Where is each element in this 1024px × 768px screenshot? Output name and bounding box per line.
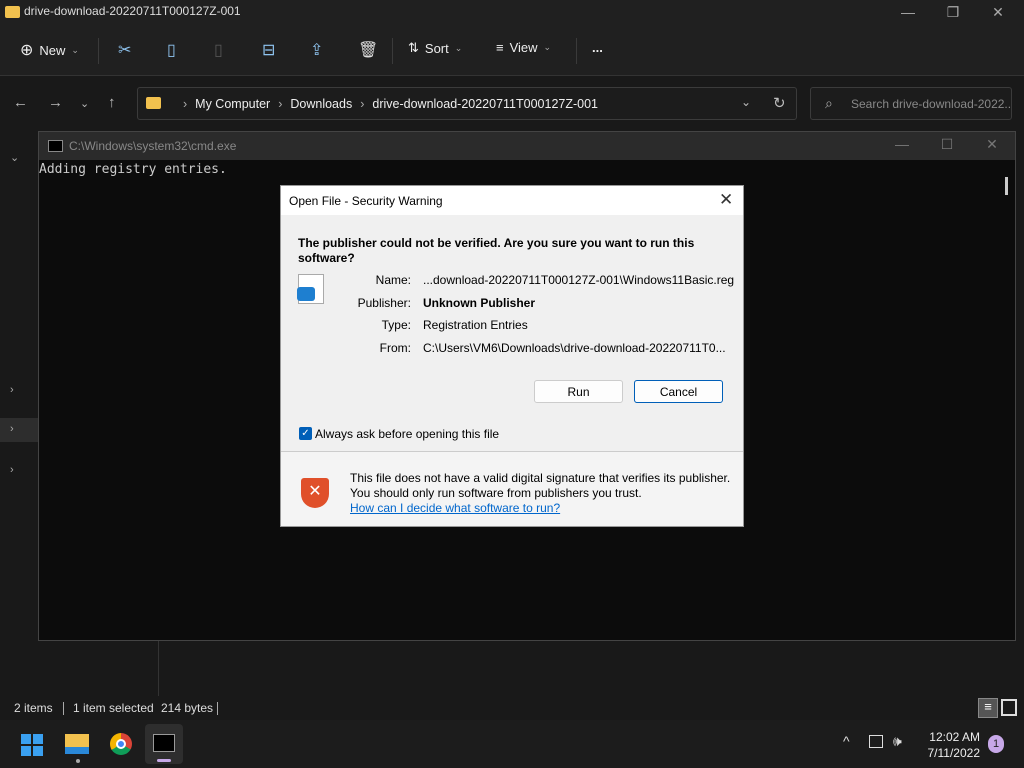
divider <box>576 38 577 64</box>
running-indicator <box>76 759 80 763</box>
show-hidden-icons-chevron-icon[interactable]: ^ <box>843 733 850 749</box>
divider <box>392 38 393 64</box>
start-button[interactable] <box>21 734 43 756</box>
recent-locations-button[interactable]: ⌄ <box>80 97 89 110</box>
more-options-button[interactable]: ... <box>592 40 603 55</box>
shield-warning-icon: ✕ <box>301 478 329 508</box>
new-button[interactable]: ⊕ New ⌄ <box>20 40 79 60</box>
item-count: 2 items <box>14 701 53 715</box>
close-button[interactable]: ✕ <box>719 190 733 210</box>
address-bar[interactable]: › My Computer › Downloads › drive-download-… <box>137 87 797 120</box>
cmd-title: C:\Windows\system32\cmd.exe <box>69 139 237 153</box>
dialog-title: Open File - Security Warning <box>289 194 443 208</box>
network-icon[interactable] <box>869 735 883 748</box>
cut-icon[interactable]: ✂ <box>118 40 131 60</box>
expand-chevron-icon[interactable]: › <box>10 384 14 396</box>
always-ask-checkbox[interactable]: ✓ <box>299 427 312 440</box>
view-icon: ≡ <box>496 40 504 55</box>
delete-icon[interactable]: 🗑 <box>358 40 378 60</box>
clock[interactable]: 12:02 AM 7/11/2022 <box>918 729 981 761</box>
refresh-icon[interactable]: ↻ <box>773 94 786 112</box>
always-ask-label[interactable]: Always ask before opening this file <box>315 427 499 441</box>
breadcrumb-item[interactable]: My Computer <box>195 97 270 111</box>
chevron-down-icon: ⌄ <box>454 42 463 53</box>
chevron-down-icon[interactable]: ⌄ <box>741 95 751 109</box>
view-button[interactable]: ≡ View ⌄ <box>496 40 551 55</box>
minimize-button[interactable]: — <box>887 136 917 152</box>
explorer-title-bar: drive-download-20220711T000127Z-001 — ❐ … <box>0 0 1024 26</box>
maximize-button[interactable]: ☐ <box>932 136 962 153</box>
sort-icon: ⇅ <box>408 40 419 55</box>
help-link[interactable]: How can I decide what software to run? <box>350 501 560 515</box>
minimize-button[interactable]: — <box>893 4 923 20</box>
rename-icon[interactable]: ⊟ <box>262 40 275 60</box>
up-button[interactable]: ↑ <box>108 94 116 111</box>
paste-icon[interactable]: ▯ <box>214 40 223 60</box>
breadcrumb-item[interactable]: Downloads <box>290 97 352 111</box>
taskbar: ^ 🕪 12:02 AM 7/11/2022 1 <box>0 720 1024 768</box>
cmd-title-bar[interactable]: C:\Windows\system32\cmd.exe — ☐ ✕ <box>39 132 1015 160</box>
share-icon[interactable]: ⇪ <box>310 40 323 60</box>
time: 12:02 AM <box>929 730 980 744</box>
sort-button[interactable]: ⇅ Sort ⌄ <box>408 40 462 56</box>
command-bar: ⊕ New ⌄ ✂ ▯ ▯ ⊟ ⇪ 🗑 ⇅ Sort ⌄ ≡ View ⌄ ... <box>0 26 1024 76</box>
warning-question: The publisher could not be verified. Are… <box>298 236 695 265</box>
tiles-view-button[interactable] <box>1001 699 1017 716</box>
publisher-label: Publisher: <box>357 296 411 310</box>
search-input[interactable]: ⌕ Search drive-download-2022... <box>810 87 1012 120</box>
warning-text: This file does not have a valid digital … <box>350 471 731 500</box>
back-button[interactable]: ← <box>13 94 28 111</box>
chevron-down-icon: ⌄ <box>543 42 552 52</box>
expand-chevron-icon[interactable]: › <box>10 464 14 476</box>
breadcrumb-item[interactable]: drive-download-20220711T000127Z-001 <box>372 97 598 111</box>
scrollbar-thumb[interactable] <box>1005 177 1008 195</box>
file-explorer-taskbar-icon[interactable] <box>65 734 89 754</box>
cmd-icon <box>153 734 175 752</box>
volume-icon[interactable]: 🕪 <box>893 733 902 750</box>
nav-item-selected[interactable]: › <box>0 418 38 442</box>
date: 7/11/2022 <box>927 746 981 760</box>
plus-icon: ⊕ <box>20 42 34 59</box>
divider <box>217 702 218 715</box>
breadcrumb: › My Computer › Downloads › drive-download-… <box>183 97 599 111</box>
publisher-value: Unknown Publisher <box>423 296 536 310</box>
from-label: From: <box>379 341 411 355</box>
cmd-taskbar-button[interactable] <box>145 724 183 764</box>
restore-button[interactable]: ❐ <box>938 4 968 21</box>
type-label: Type: <box>381 318 411 332</box>
window-title: drive-download-20220711T000127Z-001 <box>24 4 241 18</box>
divider <box>98 38 99 64</box>
cmd-icon <box>48 140 63 152</box>
cmd-output: Adding registry entries. <box>39 162 227 177</box>
forward-button[interactable]: → <box>48 94 63 111</box>
run-button[interactable]: Run <box>534 380 623 403</box>
from-value: C:\Users\VM6\Downloads\drive-download-20… <box>423 341 726 355</box>
close-button[interactable]: ✕ <box>977 136 1007 153</box>
details-view-button[interactable]: ≡ <box>978 698 998 718</box>
notification-badge[interactable]: 1 <box>988 735 1004 753</box>
name-value: ...download-20220711T000127Z-001\Windows… <box>423 273 735 287</box>
search-icon: ⌕ <box>825 95 833 111</box>
type-value: Registration Entries <box>423 318 528 332</box>
active-indicator <box>157 759 171 762</box>
selected-size: 214 bytes <box>161 701 214 715</box>
dialog-title-bar: Open File - Security Warning ✕ <box>281 186 743 215</box>
warning-footer: ✕ This file does not have a valid digita… <box>281 452 743 526</box>
folder-icon <box>146 97 161 109</box>
expand-chevron-icon[interactable]: ⌄ <box>10 151 19 164</box>
name-label: Name: <box>375 273 411 287</box>
close-button[interactable]: ✕ <box>983 4 1013 21</box>
selected-count: 1 item selected <box>73 701 154 715</box>
pane-divider[interactable] <box>158 641 159 696</box>
security-warning-dialog: Open File - Security Warning ✕ The publi… <box>280 185 744 527</box>
copy-icon[interactable]: ▯ <box>167 40 176 60</box>
chevron-down-icon: ⌄ <box>71 44 79 55</box>
chrome-taskbar-icon[interactable] <box>110 733 132 755</box>
folder-icon <box>5 6 20 18</box>
cancel-button[interactable]: Cancel <box>634 380 723 403</box>
divider <box>63 702 64 715</box>
